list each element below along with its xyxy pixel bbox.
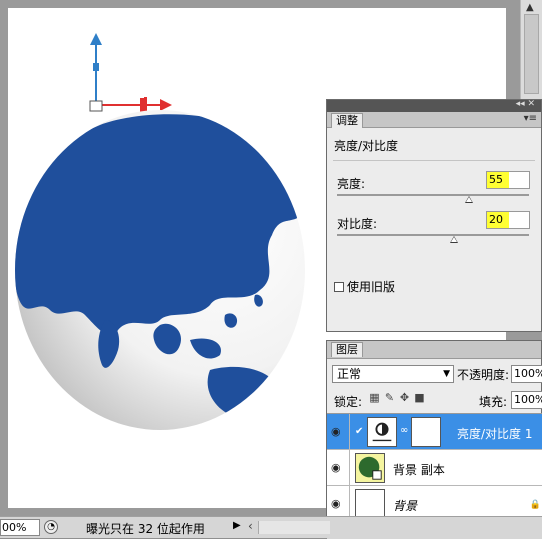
adjustments-tabbar: 调整 ▾≡ <box>327 112 541 128</box>
lock-move-icon[interactable]: ✥ <box>397 391 412 404</box>
eye-icon[interactable]: ◉ <box>331 461 345 474</box>
fill-label: 填充: <box>479 395 508 409</box>
contrast-value[interactable]: 20 <box>487 212 509 228</box>
brightness-input[interactable]: 55 <box>486 171 530 189</box>
brightness-slider-track[interactable] <box>337 194 529 196</box>
vertical-scrollbar[interactable]: ▲ <box>520 0 542 100</box>
contrast-slider-track[interactable] <box>337 234 529 236</box>
brightness-icon <box>372 422 392 442</box>
layer-thumbnail <box>355 489 385 519</box>
adjustment-thumbnail <box>367 417 397 447</box>
play-icon[interactable]: ▶ <box>233 520 241 531</box>
lock-icon: 🔒 <box>529 500 541 510</box>
eye-icon[interactable]: ◉ <box>331 425 345 438</box>
blend-mode-value: 正常 <box>337 367 362 381</box>
collapse-icon[interactable]: ◂◂ ✕ <box>516 99 535 109</box>
use-legacy-checkbox[interactable]: 使用旧版 <box>334 278 395 295</box>
lock-all-icon[interactable]: ■ <box>412 391 427 404</box>
eye-icon[interactable]: ◉ <box>331 497 345 510</box>
brightness-slider-thumb[interactable] <box>465 196 473 203</box>
info-icon[interactable]: ◔ <box>44 520 58 534</box>
layer-name[interactable]: 亮度/对比度 1 <box>457 425 533 442</box>
adjustment-title: 亮度/对比度 <box>334 139 399 153</box>
checkbox-icon[interactable] <box>334 282 344 292</box>
layer-row-brightness-contrast[interactable]: ◉ ✔ ∞ 亮度/对比度 1 <box>327 414 542 450</box>
lock-label: 锁定: <box>334 395 363 409</box>
chevron-down-icon: ▼ <box>443 369 450 379</box>
globe-thumbnail-icon <box>358 456 382 480</box>
layer-row-background-copy[interactable]: ◉ 背景 副本 <box>327 450 542 486</box>
opacity-label: 不透明度: <box>457 368 510 382</box>
layers-panel: 图层 正常 ▼ 不透明度: 100% 锁定: ▦✎✥■ 填充: 100% ◉ ✔… <box>326 340 542 539</box>
scroll-left-icon[interactable]: ‹ <box>248 519 253 533</box>
legacy-label: 使用旧版 <box>347 280 396 294</box>
lock-brush-icon[interactable]: ✎ <box>382 391 397 404</box>
tab-adjustments[interactable]: 调整 <box>331 113 363 128</box>
scrollbar-thumb[interactable] <box>524 14 539 94</box>
zoom-level[interactable]: 00% <box>0 519 40 536</box>
divider <box>349 414 350 450</box>
layer-thumbnail <box>355 453 385 483</box>
layer-name[interactable]: 背景 <box>393 497 417 514</box>
adjustments-panel: ◂◂ ✕ 调整 ▾≡ 亮度/对比度 亮度: 55 对比度: 20 使用旧版 <box>326 99 542 332</box>
contrast-label: 对比度: <box>337 217 378 231</box>
scroll-up-icon[interactable]: ▲ <box>526 2 534 13</box>
contrast-input[interactable]: 20 <box>486 211 530 229</box>
panel-titlebar[interactable]: ◂◂ ✕ <box>327 99 541 112</box>
panel-menu-icon[interactable]: ▾≡ <box>524 113 537 124</box>
brightness-value[interactable]: 55 <box>487 172 509 188</box>
blend-mode-select[interactable]: 正常 ▼ <box>332 365 454 383</box>
status-bar: 00% ◔ 曝光只在 32 位起作用 ▶ ‹ <box>0 516 542 538</box>
fill-input[interactable]: 100% <box>511 391 542 409</box>
layer-name[interactable]: 背景 副本 <box>393 461 445 478</box>
lock-transparent-icon[interactable]: ▦ <box>367 391 382 404</box>
status-message: 曝光只在 32 位起作用 <box>86 522 205 536</box>
divider <box>349 450 350 486</box>
globe-image <box>15 110 305 430</box>
chain-link-icon[interactable]: ∞ <box>400 425 408 436</box>
brightness-label: 亮度: <box>337 177 366 191</box>
horizontal-scrollbar[interactable] <box>258 521 330 534</box>
link-check-icon: ✔ <box>355 426 364 437</box>
lock-options: ▦ ✎ ✥ ■ <box>367 391 427 404</box>
contrast-slider-thumb[interactable] <box>450 236 458 243</box>
tab-layers[interactable]: 图层 <box>331 342 363 357</box>
mask-thumbnail[interactable] <box>411 417 441 447</box>
divider <box>333 160 535 161</box>
layers-list: ◉ ✔ ∞ 亮度/对比度 1 ◉ 背景 副本 ◉ 背景 🔒 <box>327 413 542 521</box>
opacity-input[interactable]: 100% <box>511 365 542 383</box>
layers-tabbar: 图层 <box>327 341 541 359</box>
